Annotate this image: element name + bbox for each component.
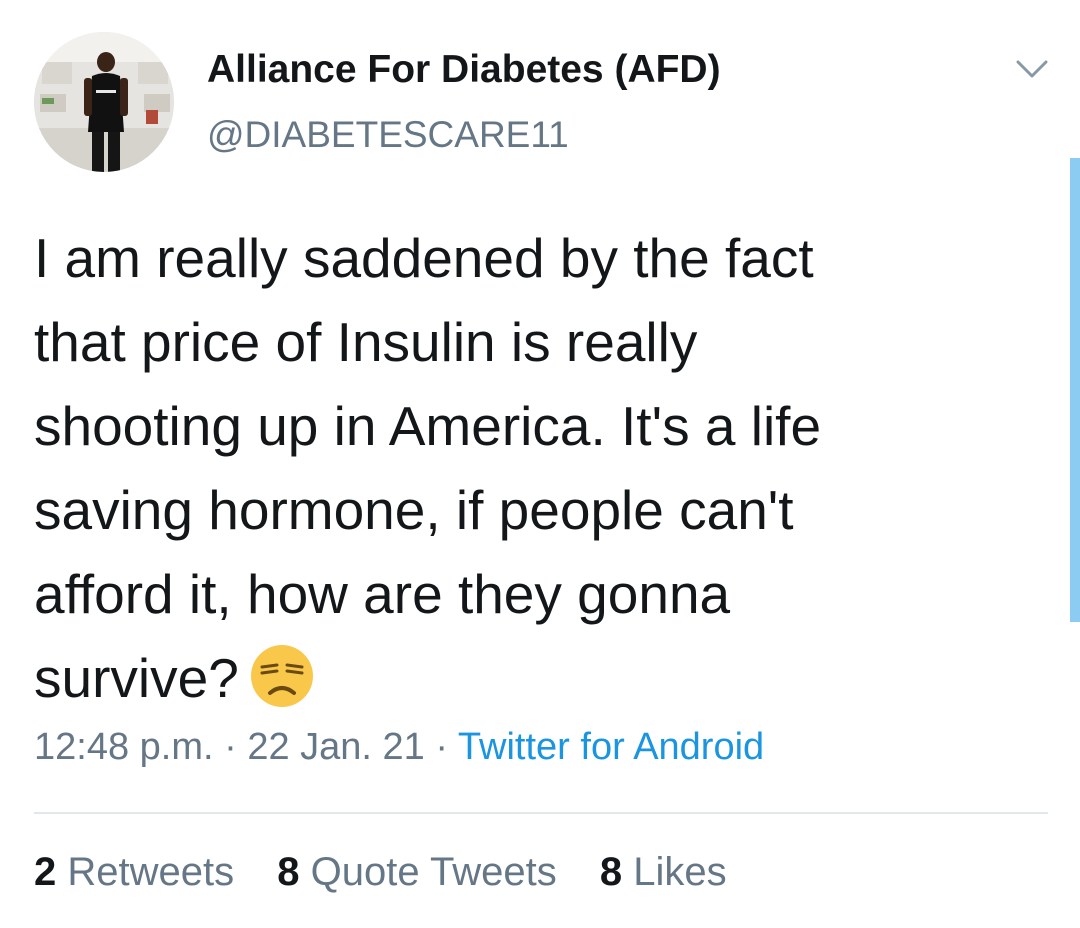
- quote-tweets-count: 8: [277, 850, 300, 894]
- avatar[interactable]: [34, 32, 174, 172]
- tweet-text-line-last: survive?: [34, 636, 1034, 732]
- scroll-indicator: [1070, 158, 1080, 622]
- tweet-text-line: that price of Insulin is really: [34, 311, 698, 373]
- likes-count: 8: [599, 850, 623, 894]
- separator: ·: [213, 726, 248, 768]
- tweet-metadata: 12:48 p.m. · 22 Jan. 21 · Twitter for An…: [34, 726, 764, 769]
- divider: [34, 812, 1048, 814]
- likes-label: Likes: [633, 850, 727, 894]
- tweet-text-line: saving hormone, if people can't: [34, 479, 794, 541]
- chevron-down-icon[interactable]: [1012, 52, 1052, 88]
- quote-tweets-label: Quote Tweets: [310, 850, 557, 894]
- avatar-photo: [34, 32, 174, 172]
- retweets-stat[interactable]: 2 Retweets: [34, 850, 234, 894]
- separator: ·: [424, 726, 458, 768]
- tweet-text-fragment: survive?: [34, 647, 239, 709]
- tweet-text-line: afford it, how are they gonna: [34, 563, 731, 625]
- unamused-face-icon: [249, 643, 315, 732]
- tweet-text: I am really saddened by the fact that pr…: [34, 216, 1034, 732]
- tweet-text-line: I am really saddened by the fact: [34, 227, 814, 289]
- retweets-label: Retweets: [67, 850, 235, 894]
- tweet-date[interactable]: 22 Jan. 21: [247, 726, 424, 768]
- tweet-text-line: shooting up in America. It's a life: [34, 395, 822, 457]
- quote-tweets-stat[interactable]: 8 Quote Tweets: [277, 850, 556, 894]
- display-name[interactable]: Alliance For Diabetes (AFD): [207, 48, 721, 92]
- likes-stat[interactable]: 8 Likes: [600, 850, 727, 894]
- retweets-count: 2: [34, 850, 57, 894]
- tweet-time[interactable]: 12:48 p.m.: [34, 726, 214, 768]
- tweet-source-link[interactable]: Twitter for Android: [458, 726, 764, 768]
- tweet-stats: 2 Retweets 8 Quote Tweets 8 Likes: [34, 850, 759, 895]
- user-handle[interactable]: @DIABETESCARE11: [207, 114, 569, 156]
